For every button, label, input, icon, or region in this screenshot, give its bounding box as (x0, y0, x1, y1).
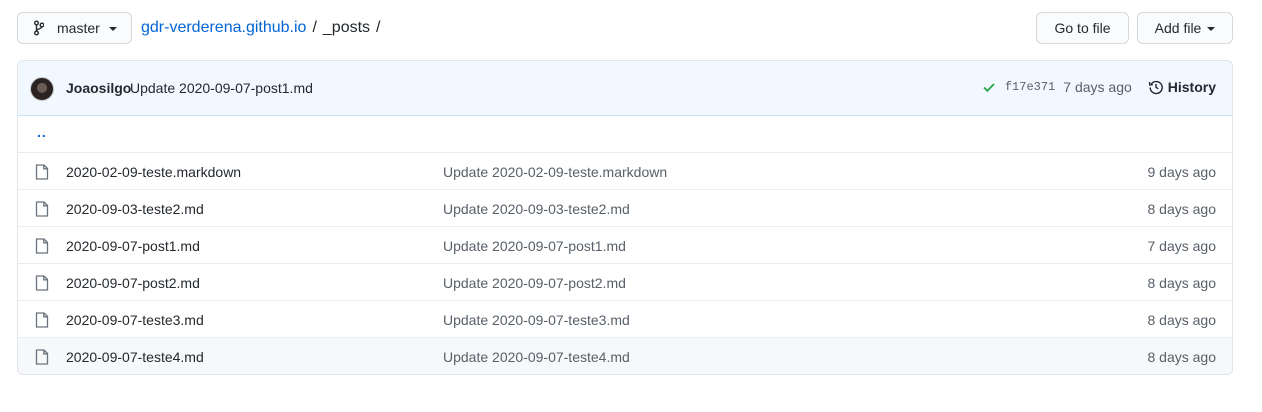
file-row[interactable]: 2020-09-03-teste2.md Update 2020-09-03-te… (18, 190, 1232, 227)
file-name-link[interactable]: 2020-09-03-teste2.md (66, 201, 204, 217)
file-name-link[interactable]: 2020-09-07-teste4.md (66, 349, 204, 365)
file-row[interactable]: 2020-09-07-teste4.md Update 2020-09-07-te… (18, 338, 1232, 374)
file-rows: 2020-02-09-teste.markdown Update 2020-02-… (18, 153, 1232, 374)
file-icon (35, 164, 49, 180)
history-link[interactable]: History (1148, 79, 1216, 95)
file-icon (35, 275, 49, 291)
breadcrumb-trailing-separator: / (376, 19, 381, 36)
file-list-box: Joaosilgo Update 2020-09-07-post1.md f17… (17, 60, 1233, 375)
file-commit-message-link[interactable]: Update 2020-02-09-teste.markdown (443, 164, 667, 180)
file-commit-message-link[interactable]: Update 2020-09-07-teste3.md (443, 312, 630, 328)
commit-meta: f17e371 7 days ago History (981, 79, 1216, 95)
breadcrumb-repo-link[interactable]: gdr-verderena.github.io (141, 19, 306, 37)
file-commit-age: 8 days ago (1147, 349, 1217, 365)
breadcrumb: gdr-verderena.github.io / _posts / (141, 12, 386, 44)
file-commit-message-link[interactable]: Update 2020-09-07-post1.md (443, 238, 626, 254)
file-icon (35, 201, 49, 217)
branch-name: master (57, 20, 100, 36)
file-row[interactable]: 2020-09-07-teste3.md Update 2020-09-07-te… (18, 301, 1232, 338)
file-name-link[interactable]: 2020-02-09-teste.markdown (66, 164, 241, 180)
history-icon (1148, 79, 1164, 95)
breadcrumb-separator: / (312, 19, 317, 36)
caret-down-icon (1207, 26, 1216, 31)
avatar[interactable] (30, 77, 54, 101)
file-icon (35, 312, 49, 328)
breadcrumb-current-folder: _posts (322, 19, 371, 36)
file-commit-age: 8 days ago (1147, 201, 1217, 217)
file-row[interactable]: 2020-09-07-post2.md Update 2020-09-07-pos… (18, 264, 1232, 301)
check-icon[interactable] (981, 79, 997, 95)
file-commit-age: 9 days ago (1147, 164, 1217, 180)
branch-select-button[interactable]: master (17, 12, 132, 44)
commit-sha-link[interactable]: f17e371 (1005, 80, 1055, 94)
file-row[interactable]: 2020-02-09-teste.markdown Update 2020-02-… (18, 153, 1232, 190)
file-commit-age: 7 days ago (1147, 238, 1217, 254)
file-icon (35, 349, 49, 365)
history-label: History (1167, 79, 1216, 95)
file-icon (35, 238, 49, 254)
file-navigation: master gdr-verderena.github.io / _posts … (17, 12, 1233, 44)
git-branch-icon (34, 20, 48, 36)
go-to-file-label: Go to file (1054, 20, 1111, 36)
commit-time: 7 days ago (1063, 79, 1132, 95)
file-name-link[interactable]: 2020-09-07-post2.md (66, 275, 200, 291)
file-commit-message-link[interactable]: Update 2020-09-03-teste2.md (443, 201, 630, 217)
file-name-link[interactable]: 2020-09-07-post1.md (66, 238, 200, 254)
caret-down-icon (108, 27, 117, 31)
add-file-button[interactable]: Add file (1137, 12, 1233, 44)
parent-directory-row: .. (18, 116, 1232, 153)
file-name-link[interactable]: 2020-09-07-teste3.md (66, 312, 204, 328)
file-commit-message-link[interactable]: Update 2020-09-07-teste4.md (443, 349, 630, 365)
file-commit-age: 8 days ago (1147, 312, 1217, 328)
add-file-label: Add file (1154, 20, 1202, 36)
commit-author-link[interactable]: Joaosilgo (66, 80, 131, 96)
parent-directory-link[interactable]: .. (37, 124, 47, 140)
file-row[interactable]: 2020-09-07-post1.md Update 2020-09-07-pos… (18, 227, 1232, 264)
go-to-file-button[interactable]: Go to file (1036, 12, 1129, 44)
latest-commit-bar: Joaosilgo Update 2020-09-07-post1.md f17… (18, 61, 1232, 116)
commit-message-link[interactable]: Update 2020-09-07-post1.md (130, 80, 313, 96)
file-commit-age: 8 days ago (1147, 275, 1217, 291)
file-commit-message-link[interactable]: Update 2020-09-07-post2.md (443, 275, 626, 291)
